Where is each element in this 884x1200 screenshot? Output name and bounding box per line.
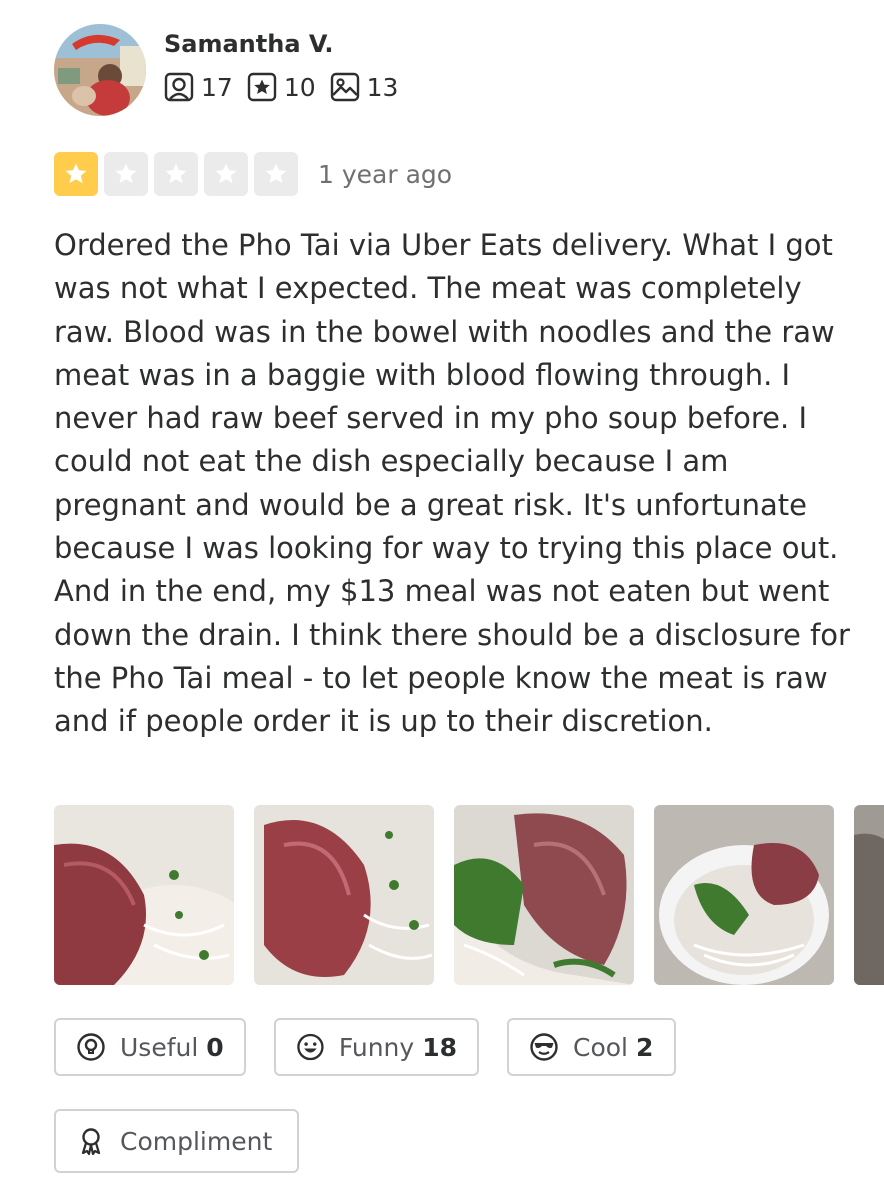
funny-button[interactable]: Funny 18 [274,1018,479,1076]
useful-count: 0 [206,1032,224,1062]
useful-button[interactable]: Useful 0 [54,1018,246,1076]
funny-label: Funny [338,1032,415,1062]
funny-count: 18 [422,1032,457,1062]
star-icon [254,152,298,196]
review-date: 1 year ago [318,159,453,189]
reviews-stat: 10 [247,72,316,102]
cool-label: Cool [573,1032,628,1062]
star-icon [204,152,248,196]
star-icon [104,152,148,196]
cool-count: 2 [636,1032,654,1062]
friends-count: 17 [201,72,233,102]
review-photo[interactable] [254,805,434,985]
review-photo[interactable] [854,805,884,985]
review-text: Ordered the Pho Tai via Uber Eats delive… [54,228,850,739]
star-rating: 1 year ago [54,152,452,196]
stars [54,152,304,196]
review-photos[interactable] [54,805,884,985]
user-name[interactable]: Samantha V. [164,30,333,58]
review-photo[interactable] [54,805,234,985]
user-stats: 17 10 13 [164,72,412,102]
photos-count: 13 [366,72,399,102]
star-icon [54,152,98,196]
review-count-icon [247,72,277,102]
cool-button[interactable]: Cool 2 [507,1018,676,1076]
review-photo[interactable] [654,805,834,985]
funny-icon [297,1033,324,1061]
cool-icon [530,1033,558,1061]
friends-icon [164,72,194,102]
useful-icon [77,1033,105,1061]
review-photo[interactable] [454,805,634,985]
photos-stat: 13 [330,72,399,102]
useful-label: Useful [120,1032,199,1062]
compliment-button[interactable]: Compliment [54,1109,299,1173]
photo-count-icon [330,72,359,102]
avatar[interactable] [54,24,146,116]
compliment-label: Compliment [120,1126,273,1156]
compliment-icon [81,1128,101,1156]
star-icon [154,152,198,196]
friends-stat: 17 [164,72,233,102]
reviews-count: 10 [283,72,316,102]
